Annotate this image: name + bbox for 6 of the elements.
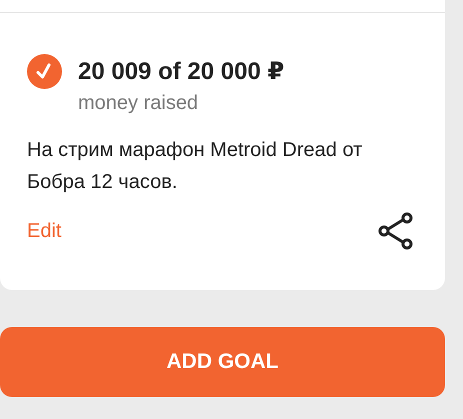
share-icon[interactable] xyxy=(378,212,414,250)
add-goal-button[interactable]: ADD GOAL xyxy=(0,327,445,397)
goal-amount: 20 009 of 20 000 ₽ xyxy=(78,58,284,86)
goal-caption: money raised xyxy=(78,91,200,116)
goal-description: На стрим марафон Metroid Dread от Бобра 12 часов. xyxy=(27,138,364,195)
edit-link[interactable]: Edit xyxy=(27,220,62,242)
